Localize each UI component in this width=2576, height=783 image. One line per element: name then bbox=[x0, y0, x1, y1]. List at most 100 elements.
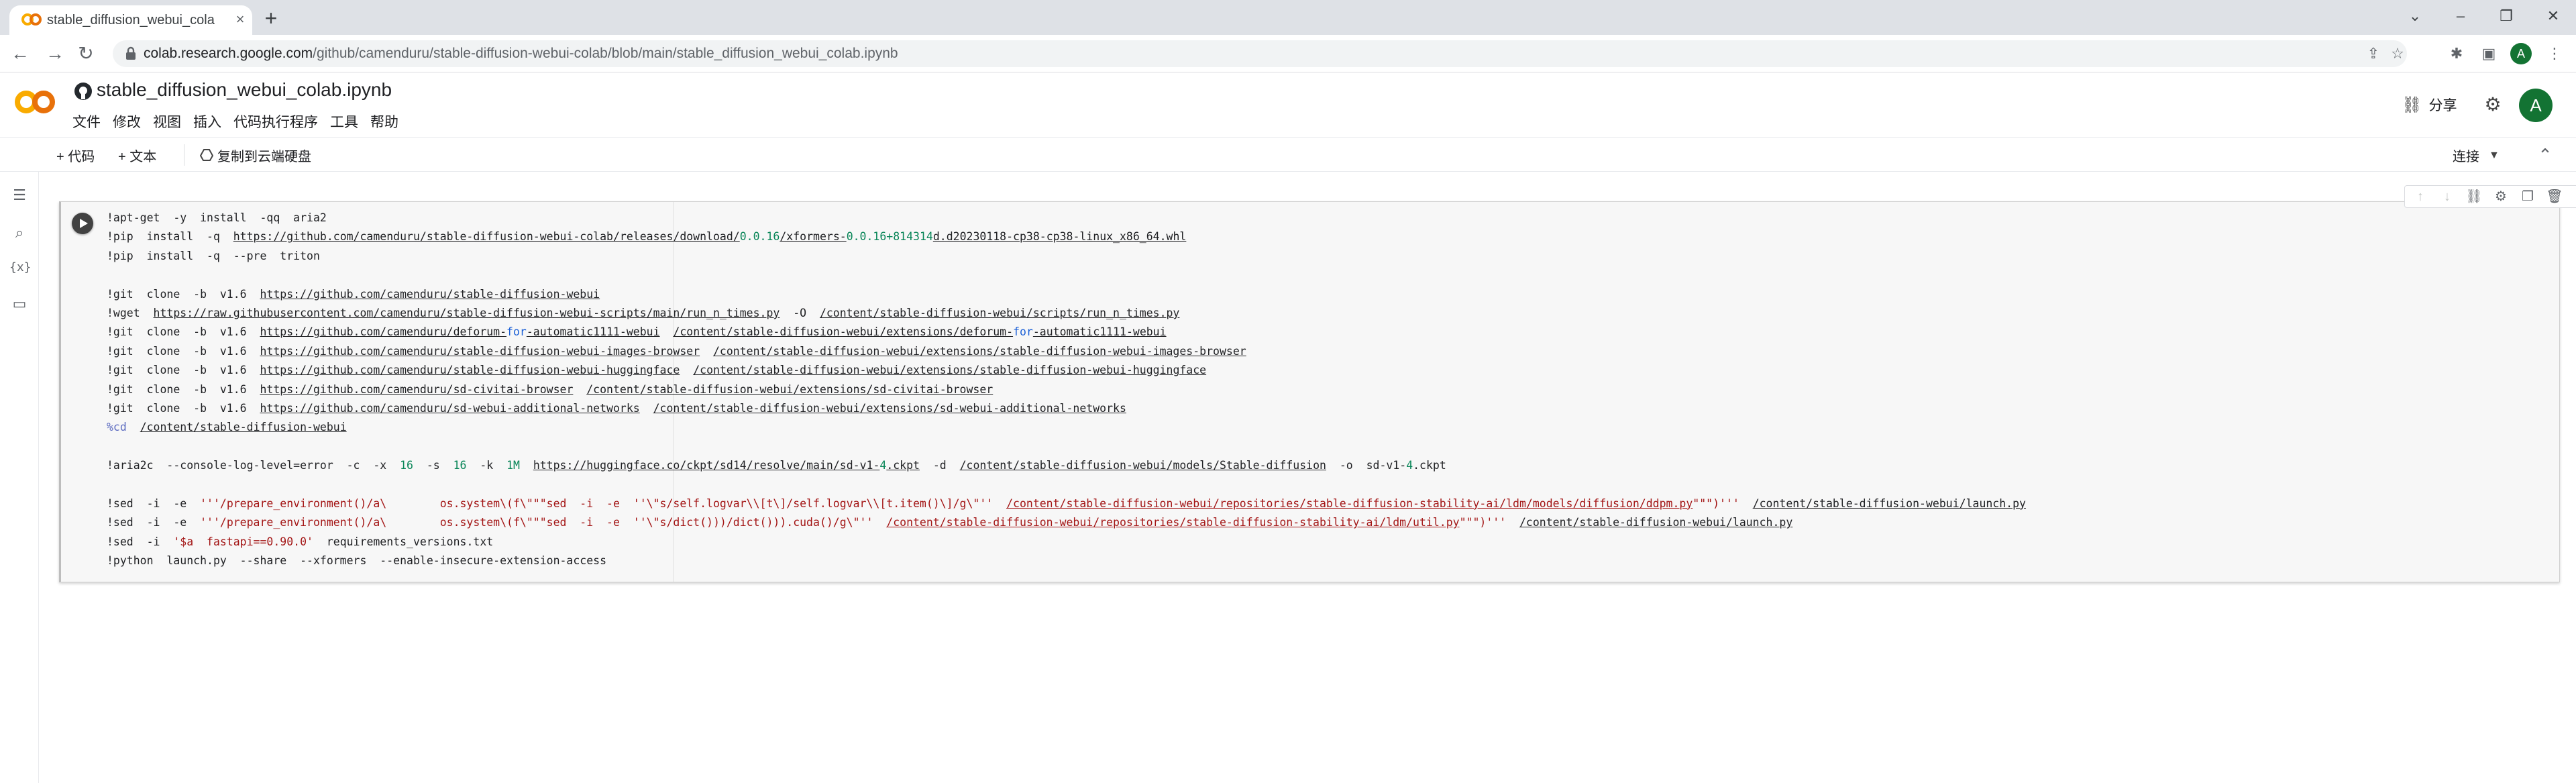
browser-tab[interactable]: stable_diffusion_webui_colab.i × bbox=[9, 5, 252, 35]
user-avatar[interactable]: A bbox=[2519, 89, 2553, 122]
code-line: !pip install -q --pre triton bbox=[107, 247, 2548, 266]
code-line: !sed -i -e '''/prepare_environment()/a\ … bbox=[107, 513, 2548, 532]
code-line: %cd /content/stable-diffusion-webui bbox=[107, 418, 2548, 437]
mirror-cell-icon[interactable]: ❐ bbox=[2518, 187, 2538, 207]
menu-edit[interactable]: 修改 bbox=[113, 111, 148, 130]
copy-to-drive-button[interactable]: 复制到云端硬盘 bbox=[200, 146, 311, 164]
code-line: !git clone -b v1.6 https://github.com/ca… bbox=[107, 361, 2548, 380]
colab-logo-icon[interactable] bbox=[13, 89, 56, 115]
code-line: !apt-get -y install -qq aria2 bbox=[107, 209, 2548, 227]
code-token: !git clone -b v1.6 bbox=[107, 344, 260, 358]
cell-toolbar: ↑ ↓ ⛓ ⚙ ❐ 🗑 ⋮ bbox=[2404, 185, 2576, 208]
code-token: /content/stable-diffusion-webui/models/S… bbox=[959, 459, 1326, 472]
forward-icon[interactable]: → bbox=[43, 42, 67, 66]
code-token: !git clone -b v1.6 bbox=[107, 325, 260, 339]
code-token: /content/stable-diffusion-webui/extensio… bbox=[673, 325, 1014, 339]
code-token: !aria2c --console-log-level=error -c -x bbox=[107, 459, 400, 472]
cell-link-icon[interactable]: ⛓ bbox=[2464, 187, 2484, 207]
code-line: !python launch.py --share --xformers --e… bbox=[107, 552, 2548, 570]
back-icon[interactable]: ← bbox=[8, 42, 32, 66]
code-token: requirements_versions.txt bbox=[313, 535, 494, 548]
drive-icon bbox=[200, 149, 213, 161]
menu-tools[interactable]: 工具 bbox=[330, 111, 365, 130]
connect-button[interactable]: 连接 ▼ bbox=[2453, 146, 2500, 165]
maximize-icon[interactable]: ❐ bbox=[2493, 4, 2520, 28]
add-code-button[interactable]: + 代码 bbox=[56, 146, 95, 164]
search-icon[interactable]: ⌕ bbox=[9, 223, 30, 243]
code-token: !pip install -q --pre triton bbox=[107, 249, 320, 262]
code-token: https://github.com/camenduru/sd-webui-ad… bbox=[260, 401, 640, 415]
collapse-header-icon[interactable]: ⌃ bbox=[2534, 144, 2556, 166]
menu-file[interactable]: 文件 bbox=[72, 111, 107, 130]
add-text-button[interactable]: + 文本 bbox=[118, 146, 156, 164]
code-token: !sed -i bbox=[107, 535, 174, 548]
share-button[interactable]: ⛓ 分享 bbox=[2402, 91, 2457, 118]
code-token: """)''' bbox=[1459, 516, 1507, 529]
code-token: https://github.com/camenduru/stable-diff… bbox=[260, 287, 600, 301]
code-token: !git clone -b v1.6 bbox=[107, 364, 260, 377]
code-token: for bbox=[506, 325, 527, 339]
code-token: !git clone -b v1.6 bbox=[107, 287, 260, 301]
code-line: !git clone -b v1.6 https://github.com/ca… bbox=[107, 342, 2548, 361]
menu-help[interactable]: 帮助 bbox=[370, 111, 405, 130]
code-token: -automatic1111-webui bbox=[526, 325, 660, 339]
code-token: for bbox=[1013, 325, 1033, 339]
url-text: colab.research.google.com/github/camendu… bbox=[144, 46, 898, 62]
address-bar[interactable]: colab.research.google.com/github/camendu… bbox=[113, 40, 2407, 67]
colab-favicon-icon bbox=[21, 13, 42, 25]
code-line: !git clone -b v1.6 https://github.com/ca… bbox=[107, 323, 2548, 342]
notebook-title[interactable]: stable_diffusion_webui_colab.ipynb bbox=[97, 79, 392, 101]
side-panel-icon[interactable]: ▣ bbox=[2478, 43, 2500, 64]
reload-icon[interactable]: ↻ bbox=[74, 42, 98, 66]
files-folder-icon[interactable]: ▭ bbox=[9, 294, 30, 314]
cell-settings-icon[interactable]: ⚙ bbox=[2491, 187, 2511, 207]
code-token: https://huggingface.co/ckpt/sd14/resolve… bbox=[533, 459, 880, 472]
close-window-icon[interactable]: ✕ bbox=[2540, 4, 2567, 28]
extensions-icon[interactable]: ✱ bbox=[2446, 43, 2467, 64]
code-token: /content/stable-diffusion-webui/extensio… bbox=[586, 382, 994, 396]
connect-label: 连接 bbox=[2453, 150, 2479, 164]
code-token: /content/stable-diffusion-webui/launch.p… bbox=[1519, 516, 1793, 529]
code-cell[interactable]: !apt-get -y install -qq aria2 !pip instal… bbox=[59, 201, 2560, 582]
variables-icon[interactable]: {x} bbox=[9, 258, 32, 278]
code-token: !sed -i -e bbox=[107, 497, 201, 510]
code-token: https://github.com/camenduru/stable-diff… bbox=[233, 230, 740, 244]
delete-cell-icon[interactable]: 🗑 bbox=[2544, 187, 2565, 207]
code-token: 16 bbox=[453, 459, 467, 472]
settings-gear-icon[interactable]: ⚙ bbox=[2479, 91, 2506, 118]
cell-more-icon[interactable]: ⋮ bbox=[2571, 187, 2576, 207]
code-line: !wget https://raw.githubusercontent.com/… bbox=[107, 304, 2548, 323]
code-token: 4 bbox=[1406, 459, 1413, 472]
move-up-icon[interactable]: ↑ bbox=[2410, 187, 2430, 207]
menu-insert[interactable]: 插入 bbox=[193, 111, 228, 130]
tab-close-icon[interactable]: × bbox=[232, 11, 248, 28]
copy-to-drive-label: 复制到云端硬盘 bbox=[217, 149, 311, 164]
tab-search-icon[interactable]: ⌄ bbox=[2402, 4, 2428, 28]
github-icon bbox=[74, 83, 92, 100]
code-token: !wget bbox=[107, 306, 154, 319]
profile-avatar[interactable]: A bbox=[2510, 43, 2532, 64]
new-tab-icon[interactable]: + bbox=[259, 7, 283, 31]
browser-menu-icon[interactable]: ⋮ bbox=[2544, 43, 2565, 64]
menu-runtime[interactable]: 代码执行程序 bbox=[233, 111, 325, 130]
share-page-icon[interactable]: ⇪ bbox=[2364, 44, 2383, 63]
code-token: https://github.com/camenduru/deforum- bbox=[260, 325, 507, 339]
run-cell-button[interactable] bbox=[72, 213, 93, 234]
menu-view[interactable]: 视图 bbox=[153, 111, 188, 130]
minimize-icon[interactable]: – bbox=[2447, 4, 2474, 28]
code-line: !sed -i '$a fastapi==0.90.0' requirement… bbox=[107, 533, 2548, 552]
code-line: !aria2c --console-log-level=error -c -x … bbox=[107, 456, 2548, 475]
table-of-contents-icon[interactable]: ☰ bbox=[9, 185, 30, 205]
code-token: 0.0.16 bbox=[739, 230, 780, 244]
code-editor[interactable]: !apt-get -y install -qq aria2 !pip instal… bbox=[107, 209, 2548, 570]
move-down-icon[interactable]: ↓ bbox=[2437, 187, 2457, 207]
code-line: !sed -i -e '''/prepare_environment()/a\ … bbox=[107, 494, 2548, 513]
left-sidebar: ☰ ⌕ {x} ▭ bbox=[0, 172, 39, 783]
bookmark-star-icon[interactable]: ☆ bbox=[2388, 44, 2407, 63]
lock-icon bbox=[126, 46, 136, 60]
